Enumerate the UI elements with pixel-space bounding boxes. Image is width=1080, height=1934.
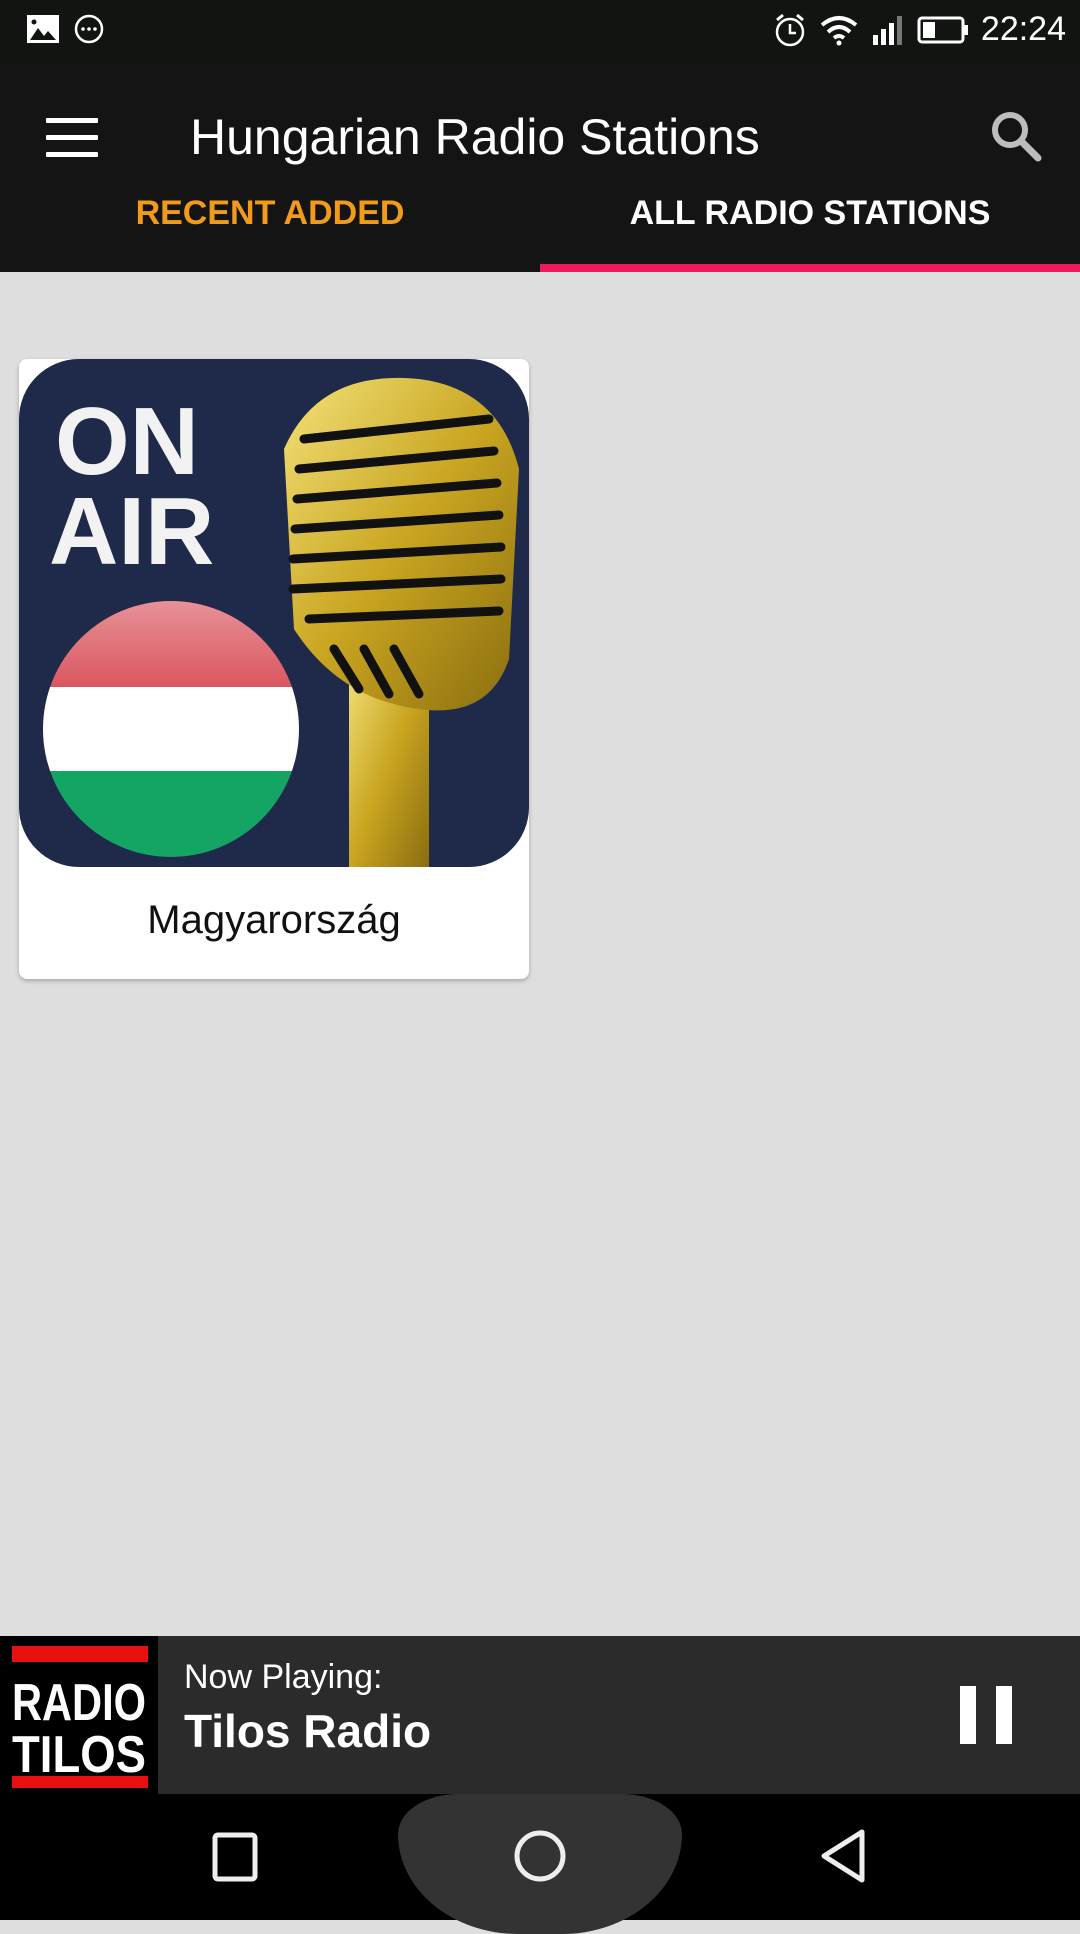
wifi-icon	[820, 15, 858, 45]
back-icon[interactable]	[818, 1828, 868, 1884]
alarm-icon	[775, 13, 805, 46]
image-icon	[27, 15, 59, 43]
logo-text-line2: TILOS	[12, 1726, 146, 1784]
recents-icon[interactable]	[212, 1832, 258, 1882]
battery-icon	[917, 16, 968, 43]
pause-icon[interactable]	[960, 1686, 1012, 1744]
tab-bar: RECENT ADDED ALL RADIO STATIONS	[0, 158, 1080, 272]
tab-label: ALL RADIO STATIONS	[629, 194, 991, 232]
system-nav-bar	[0, 1794, 1080, 1934]
now-playing-bar[interactable]: RADIO TILOS Now Playing: Tilos Radio	[0, 1636, 1080, 1794]
on-air-text-line2: AIR	[49, 478, 214, 585]
station-grid: ON AIR Magyarország	[0, 272, 1080, 1636]
station-artwork: ON AIR	[19, 359, 529, 867]
now-playing-caption: Now Playing:	[184, 1658, 383, 1696]
station-name: Magyarország	[147, 898, 401, 942]
logo-text-line1: RADIO	[12, 1674, 146, 1732]
hamburger-menu-icon[interactable]	[46, 118, 98, 162]
station-card[interactable]: ON AIR Magyarország	[19, 359, 529, 979]
signal-icon	[872, 15, 902, 45]
tab-label: RECENT ADDED	[135, 194, 405, 232]
home-icon[interactable]	[512, 1828, 568, 1884]
status-time: 22:24	[980, 10, 1066, 48]
status-bar: 22:24	[0, 0, 1080, 62]
tab-all-radio-stations[interactable]: ALL RADIO STATIONS	[540, 158, 1080, 272]
station-logo: RADIO TILOS	[0, 1636, 158, 1794]
more-circle-icon	[74, 14, 104, 44]
tab-recent-added[interactable]: RECENT ADDED	[0, 158, 540, 272]
active-tab-indicator	[540, 264, 1080, 272]
search-icon[interactable]	[988, 108, 1044, 164]
now-playing-station: Tilos Radio	[184, 1705, 432, 1757]
